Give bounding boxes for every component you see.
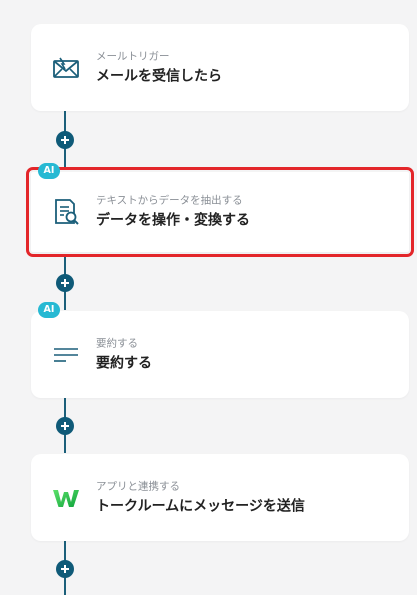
summary-lines-icon [51,340,81,370]
step-card-email-trigger[interactable]: メールトリガー メールを受信したら [31,24,409,111]
add-step-button[interactable] [56,274,74,292]
plus-icon [61,422,69,430]
plus-icon [61,279,69,287]
step-title: メールを受信したら [96,68,222,84]
add-step-button[interactable] [56,560,74,578]
ai-badge: AI [38,163,60,179]
step-card-summarize[interactable]: AI 要約する 要約する [31,302,409,398]
step-title: データを操作・変換する [96,212,250,229]
wrike-logo-icon [51,483,81,513]
workflow-canvas: メールトリガー メールを受信したら AI テキストからデータを抽出する データを… [0,0,417,595]
add-step-button[interactable] [56,131,74,149]
ai-badge: AI [38,302,60,318]
step-subtitle: アプリと連携する [96,480,180,492]
step-subtitle: 要約する [96,337,138,349]
document-search-icon [51,197,81,227]
step-card-app-integration[interactable]: アプリと連携する トークルームにメッセージを送信 [31,454,409,541]
plus-icon [61,136,69,144]
add-step-button[interactable] [56,417,74,435]
step-subtitle: メールトリガー [96,50,170,62]
step-title: トークルームにメッセージを送信 [96,498,305,514]
mail-icon [51,53,81,83]
plus-icon [61,565,69,573]
step-subtitle: テキストからデータを抽出する [96,194,243,207]
step-card-extract-data[interactable]: AI テキストからデータを抽出する データを操作・変換する [26,163,414,257]
step-title: 要約する [96,355,152,371]
